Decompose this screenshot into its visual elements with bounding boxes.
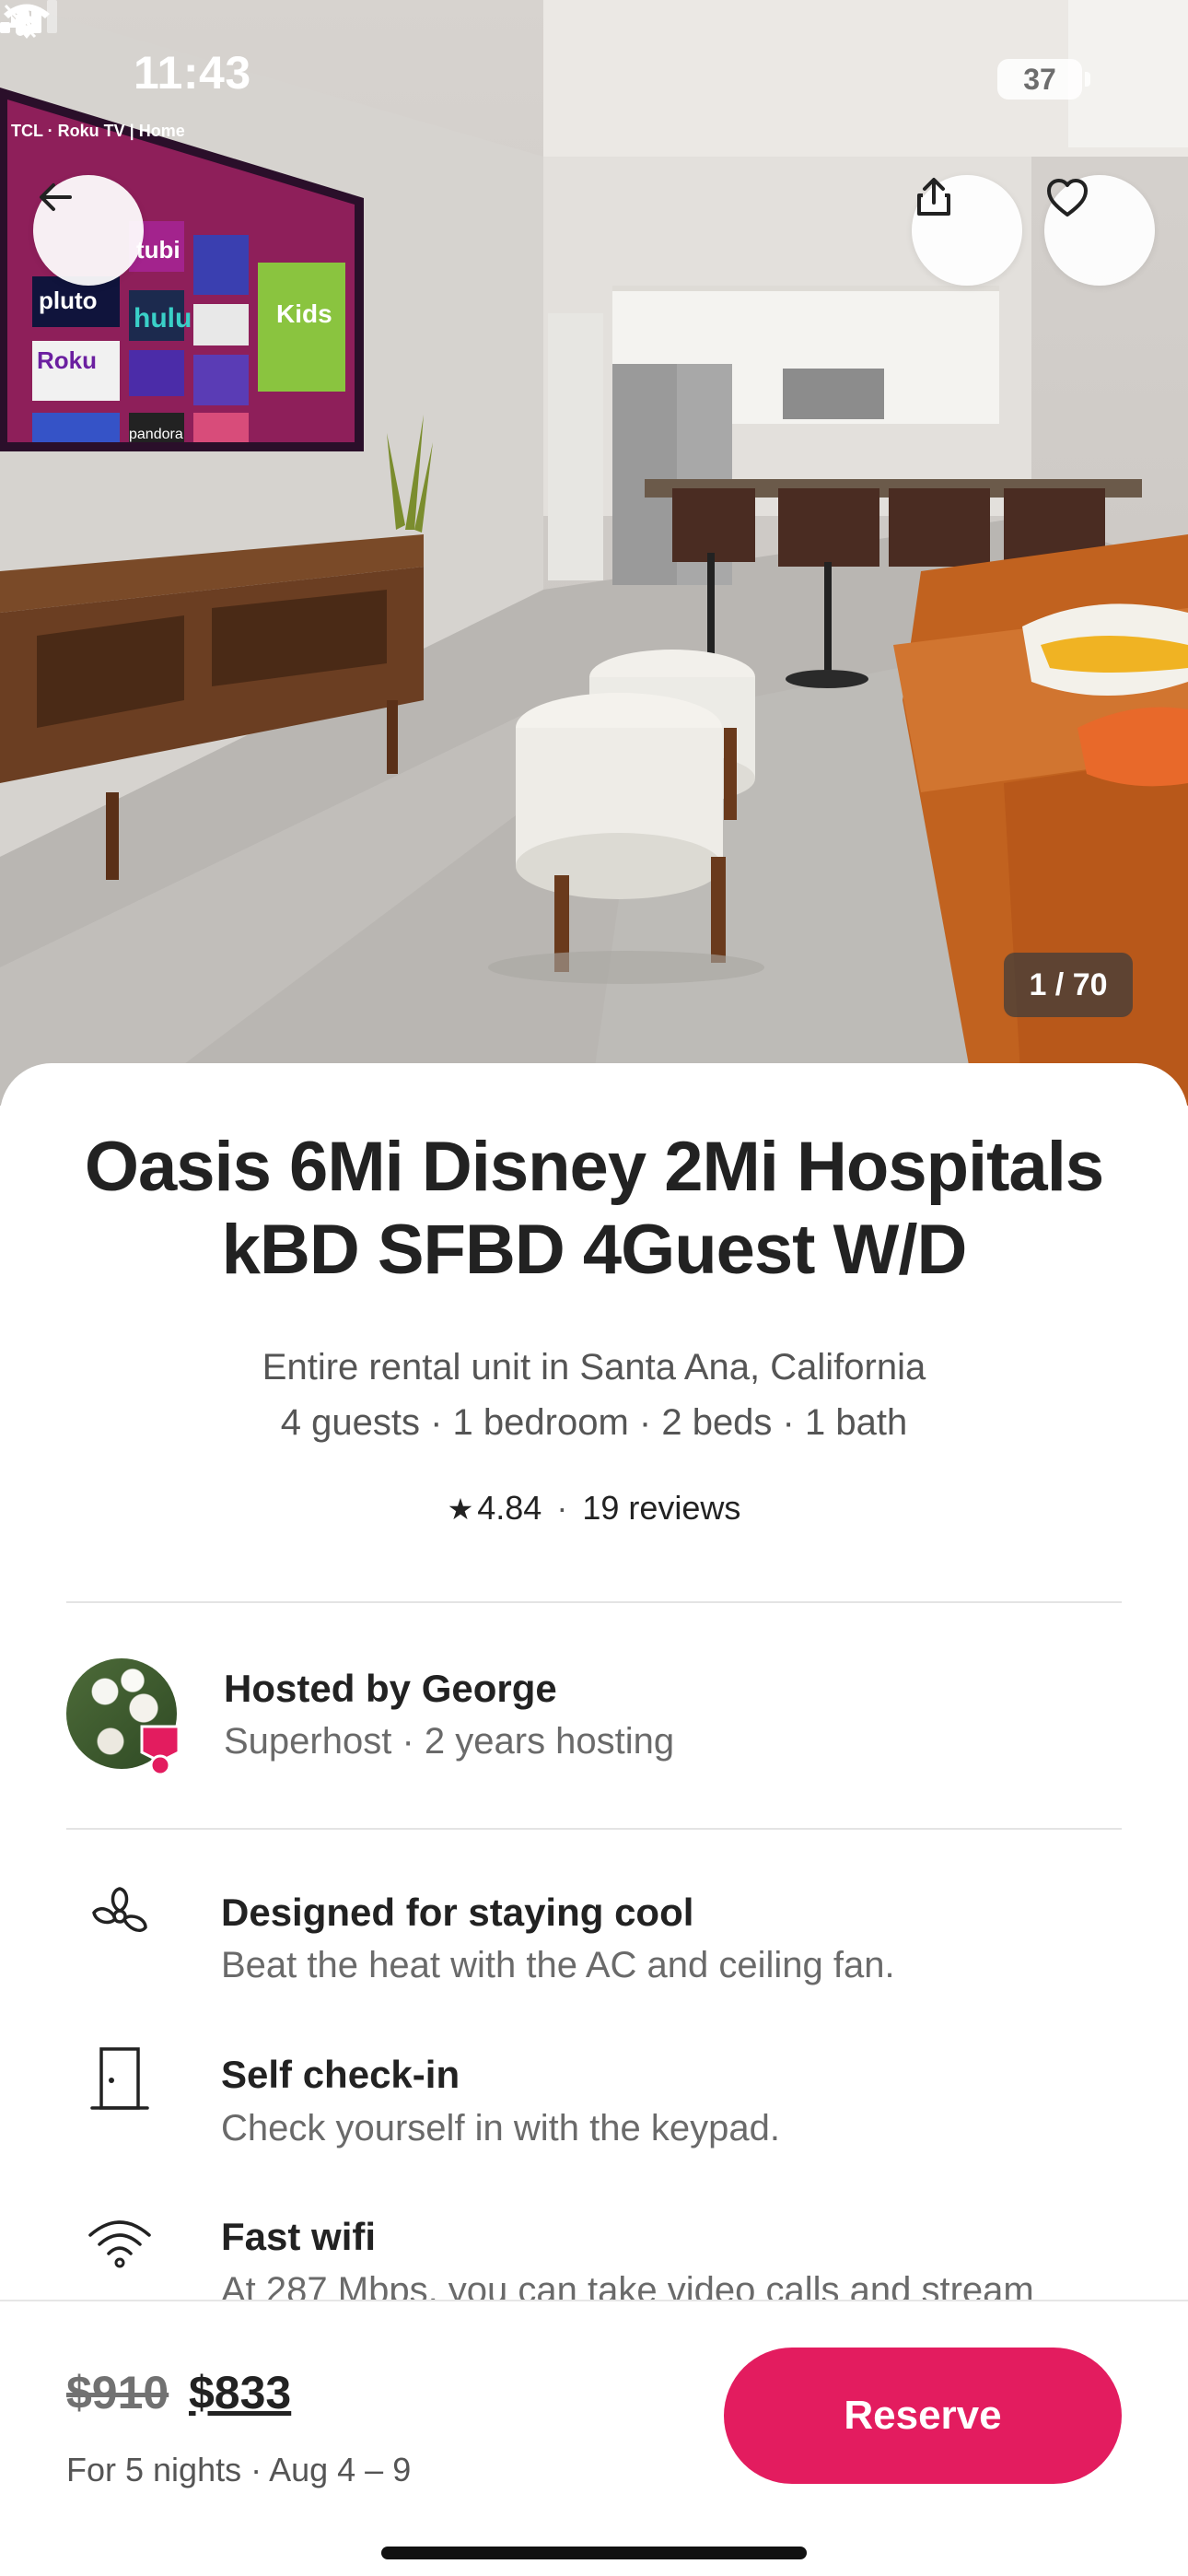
back-button[interactable] xyxy=(33,175,144,286)
battery-icon: 37 xyxy=(997,59,1082,100)
listing-type-location: Entire rental unit in Santa Ana, Califor… xyxy=(262,1347,926,1388)
svg-text:hulu: hulu xyxy=(134,303,192,334)
discounted-price[interactable]: $833 xyxy=(189,2366,291,2419)
listing-details-card: Oasis 6Mi Disney 2Mi Hospitals kBD SFBD … xyxy=(0,1063,1188,2307)
share-button[interactable] xyxy=(912,175,1022,286)
highlight-desc: Check yourself in with the keypad. xyxy=(221,2108,780,2149)
rating-value: 4.84 xyxy=(477,1489,542,1527)
highlight-desc: Beat the heat with the AC and ceiling fa… xyxy=(221,1945,895,1985)
highlight-title: Self check-in xyxy=(221,2053,460,2096)
host-status: Superhost · 2 years hosting xyxy=(224,1721,675,1762)
divider xyxy=(66,1828,1122,1830)
home-indicator[interactable] xyxy=(381,2547,807,2559)
highlight-title: Fast wifi xyxy=(221,2215,377,2258)
favorite-button[interactable] xyxy=(1044,175,1155,286)
listing-details: 4 guests · 1 bedroom · 2 beds · 1 bath xyxy=(280,1402,908,1443)
wifi-icon xyxy=(4,4,50,39)
host-name: Hosted by George xyxy=(224,1667,557,1710)
svg-text:tubi: tubi xyxy=(136,236,181,263)
status-bar: 11:43 37 xyxy=(0,0,1188,147)
rating-summary[interactable]: ★ 4.84 · 19 reviews xyxy=(55,1489,1133,1528)
booking-bar: $910 $833 For 5 nights · Aug 4 – 9 Reser… xyxy=(0,2300,1188,2576)
door-icon xyxy=(90,2047,149,2110)
share-icon xyxy=(917,178,950,216)
battery-tip xyxy=(1085,72,1090,87)
reviews-link[interactable]: 19 reviews xyxy=(582,1489,740,1527)
status-time: 11:43 xyxy=(134,47,251,99)
photo-counter: 1 / 70 xyxy=(1004,953,1133,1017)
highlight-title: Designed for staying cool xyxy=(221,1891,694,1934)
divider xyxy=(66,1601,1122,1603)
listing-title: Oasis 6Mi Disney 2Mi Hospitals kBD SFBD … xyxy=(84,1128,1104,1289)
arrow-left-icon xyxy=(40,183,72,211)
stay-dates[interactable]: For 5 nights · Aug 4 – 9 xyxy=(66,2451,411,2489)
original-price: $910 xyxy=(66,2367,169,2418)
reserve-button[interactable]: Reserve xyxy=(724,2348,1122,2484)
heart-icon xyxy=(1047,179,1088,217)
rating-separator: · xyxy=(556,1489,568,1527)
fan-icon xyxy=(92,1887,147,1932)
wifi-icon xyxy=(88,2220,151,2268)
living-room-illustration: TCL · Roku TV | Home tubi pluto hulu Rok… xyxy=(0,0,1188,1106)
svg-text:pandora: pandora xyxy=(129,427,183,442)
svg-text:Kids: Kids xyxy=(276,299,332,328)
svg-text:Roku: Roku xyxy=(37,346,97,374)
star-icon: ★ xyxy=(447,1493,474,1526)
svg-text:pluto: pluto xyxy=(39,287,98,314)
listing-summary: Entire rental unit in Santa Ana, Califor… xyxy=(55,1340,1133,1450)
superhost-badge-icon xyxy=(140,1725,181,1776)
listing-photo[interactable]: TCL · Roku TV | Home tubi pluto hulu Rok… xyxy=(0,0,1188,1106)
